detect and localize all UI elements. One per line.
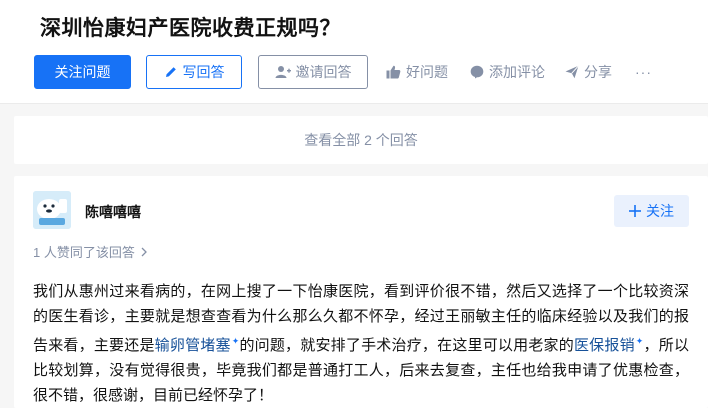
add-comment-label: 添加评论 [489,64,545,80]
pencil-icon [165,67,176,77]
thumbs-up-icon [386,65,401,79]
add-user-icon [275,66,291,78]
question-header: 深圳怡康妇产医院收费正规吗？ 关注问题 写回答 邀请回答 好问题 添加评论 分享… [0,0,708,104]
share-icon [565,65,579,79]
answer-content: 我们从惠州过来看病的，在网上搜了一下怡康医院，看到评价很不错，然后又选择了一个比… [33,279,689,408]
invite-answer-button[interactable]: 邀请回答 [258,55,368,89]
write-answer-button[interactable]: 写回答 [146,55,242,89]
answer-card: 陈嘻嘻嘻 关注 1 人赞同了该回答 我们从惠州过来看病的，在网上搜了一下怡康医院… [14,176,708,408]
follow-question-button[interactable]: 关注问题 [34,55,131,89]
question-title[interactable]: 深圳怡康妇产医院收费正规吗？ [40,12,341,42]
invite-answer-label: 邀请回答 [295,64,352,80]
author-name[interactable]: 陈嘻嘻嘻 [85,202,141,222]
keyword-medical-insurance-text: 医保报销 [573,337,635,354]
avatar-image [33,191,71,229]
view-all-answers-link[interactable]: 查看全部 2 个回答 [304,130,418,150]
more-options-button[interactable]: ··· [635,64,652,80]
chevron-right-icon [142,247,148,257]
keyword-tubal-blockage-text: 输卵管堵塞 [154,337,231,354]
plus-icon [629,205,641,217]
comment-icon [470,65,484,79]
follow-author-label: 关注 [646,203,674,219]
question-actions: 关注问题 写回答 邀请回答 好问题 添加评论 分享 ··· [34,55,652,89]
write-answer-label: 写回答 [182,64,225,80]
add-comment-button[interactable]: 添加评论 [470,62,545,82]
vote-count-link[interactable]: 1 人赞同了该回答 [33,242,148,261]
view-all-answers-bar[interactable]: 查看全部 2 个回答 [14,116,708,164]
follow-author-button[interactable]: 关注 [614,195,689,227]
good-question-button[interactable]: 好问题 [386,62,448,82]
share-button[interactable]: 分享 [565,62,612,82]
vote-count-text: 1 人赞同了该回答 [33,245,135,260]
avatar[interactable] [33,191,71,229]
answer-text-part-2: 的问题，就安排了手术治疗，在这里可以用老家的 [239,337,574,354]
share-label: 分享 [584,64,612,80]
good-question-label: 好问题 [406,64,448,80]
keyword-link-medical-insurance[interactable]: 医保报销✦ [573,336,643,354]
keyword-link-tubal-blockage[interactable]: 输卵管堵塞✦ [154,336,240,354]
